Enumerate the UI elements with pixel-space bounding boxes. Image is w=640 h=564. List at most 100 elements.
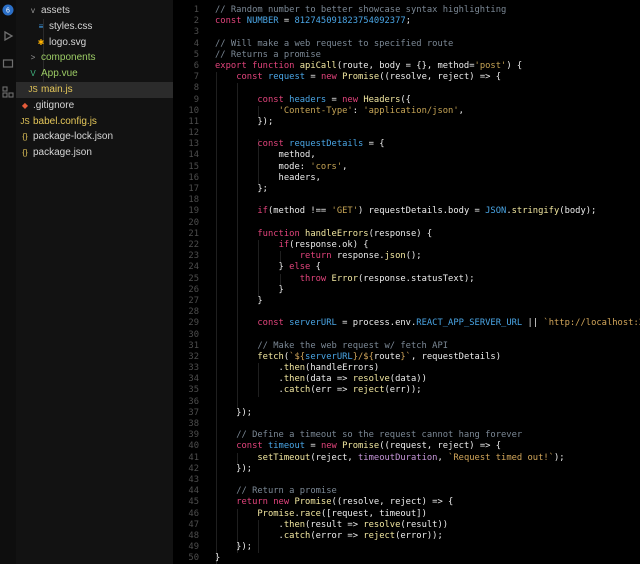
code-token: `${ xyxy=(289,351,306,362)
code-line: .catch(error => reject(error)); xyxy=(215,531,443,542)
code-token: ((resolve, reject) => { xyxy=(331,497,454,508)
code-line: // Random number to better showcase synt… xyxy=(215,5,506,16)
explorer-item-main-js[interactable]: JS main.js xyxy=(16,82,173,98)
code-token: 'Content-Type' xyxy=(278,105,353,116)
json-file-icon: {} xyxy=(22,132,28,142)
code-token: export function xyxy=(215,60,300,71)
line-number-gutter: 1 2 3 4 5 6 7 8 9 10 11 12 13 14 15 16 17 18 19 20 21 22 23 24 2… xyxy=(173,0,203,564)
code-line: headers, xyxy=(215,173,321,184)
code-token: (error => xyxy=(310,530,364,541)
code-token: requestDetails xyxy=(289,139,364,150)
line-number: 3 xyxy=(193,27,199,38)
explorer-item-label: package-lock.json xyxy=(33,131,114,143)
line-number: 2 xyxy=(193,16,199,27)
code-line: } else { xyxy=(215,262,321,273)
line-number: 42 xyxy=(188,463,199,474)
code-token: , xyxy=(458,105,464,116)
css-file-icon: ≡ xyxy=(38,21,44,31)
line-number: 44 xyxy=(188,486,199,497)
code-token: const xyxy=(257,94,290,105)
explorer-item-label: logo.svg xyxy=(49,36,87,48)
code-line: mode: 'cors', xyxy=(215,161,348,173)
code-token: headers, xyxy=(215,172,321,183)
code-token: . xyxy=(215,519,284,530)
code-token: Promise xyxy=(257,508,295,519)
code-line: 'Content-Type': 'application/json', xyxy=(215,106,464,117)
activity-bar: 6 xyxy=(0,0,16,564)
code-line: } xyxy=(215,553,220,564)
code-token: return xyxy=(299,251,337,262)
line-number: 39 xyxy=(188,430,199,441)
code-token: const xyxy=(257,318,290,329)
code-token: ) { xyxy=(506,60,523,71)
explorer-item-gitignore[interactable]: ◆ .gitignore xyxy=(16,98,173,114)
code-token: ({ xyxy=(400,94,411,105)
code-token: // Random number to better showcase synt… xyxy=(215,5,507,15)
source-control-icon[interactable]: 6 xyxy=(0,2,16,18)
code-line: }); xyxy=(215,542,252,553)
code-token: , requestDetails) xyxy=(410,351,502,362)
explorer-item-package-lock-json[interactable]: {} package-lock.json xyxy=(16,129,173,145)
svg-file-icon: ✱ xyxy=(37,37,45,47)
code-line: const headers = new Headers({ xyxy=(215,95,411,106)
code-line: function handleErrors(response) { xyxy=(215,229,432,240)
code-token: (response.statusText); xyxy=(358,273,475,284)
code-token: }); xyxy=(215,407,253,418)
code-token: { xyxy=(310,262,321,273)
code-token: } xyxy=(215,262,290,273)
code-token: new xyxy=(342,94,364,105)
code-token: serverURL xyxy=(305,351,353,362)
code-line: .then(result => resolve(result)) xyxy=(215,519,449,531)
line-number: 41 xyxy=(188,452,199,463)
code-token: (route, body = {}, method= xyxy=(336,60,475,71)
code-token: // Define a timeout so the request canno… xyxy=(236,430,523,441)
line-number: 29 xyxy=(188,318,199,329)
code-line: }); xyxy=(215,117,273,128)
code-token: (err)); xyxy=(384,385,422,396)
run-debug-icon[interactable] xyxy=(0,28,16,44)
code-line: return new Promise((resolve, reject) => … xyxy=(215,497,453,508)
explorer-item-label: App.vue xyxy=(41,68,78,80)
line-number: 37 xyxy=(188,407,199,418)
line-number: 5 xyxy=(193,49,199,60)
line-number: 48 xyxy=(188,530,199,541)
code-line: }); xyxy=(215,464,252,475)
code-token: `http://localhost:3000` xyxy=(543,318,640,329)
line-number: 50 xyxy=(188,553,199,564)
extensions-icon[interactable] xyxy=(0,84,16,100)
line-number: 17 xyxy=(188,184,199,195)
js-file-icon: JS xyxy=(28,85,38,94)
explorer-item-assets[interactable]: v assets xyxy=(16,3,173,19)
code-token: NUMBER xyxy=(246,16,279,27)
code-token: reject xyxy=(363,530,396,541)
explorer-item-babel-config-js[interactable]: JS babel.config.js xyxy=(16,114,173,130)
code-area[interactable]: // Random number to better showcase synt… xyxy=(215,0,640,564)
code-token: mode: xyxy=(215,161,311,172)
code-line: Promise.race([request, timeout]) xyxy=(215,509,427,520)
code-token: . xyxy=(215,363,284,374)
code-token: 'post' xyxy=(474,60,507,71)
code-editor[interactable]: 1 2 3 4 5 6 7 8 9 10 11 12 13 14 15 16 17 18 19 20 21 22 23 24 2… xyxy=(173,0,640,564)
code-token: = { xyxy=(363,139,385,150)
remote-icon[interactable] xyxy=(0,56,16,72)
line-number: 25 xyxy=(188,273,199,284)
line-number: 22 xyxy=(188,239,199,250)
code-token: Error xyxy=(331,273,359,284)
explorer-item-app-vue[interactable]: V App.vue xyxy=(16,66,173,82)
code-token: }); xyxy=(215,542,253,553)
code-line: } xyxy=(215,296,262,307)
explorer-item-components[interactable]: > components xyxy=(16,50,173,66)
code-token: // Returns a promise xyxy=(215,49,321,60)
explorer-item-package-json[interactable]: {} package.json xyxy=(16,145,173,161)
line-number: 23 xyxy=(188,251,199,262)
line-number: 1 xyxy=(193,5,199,15)
line-number: 49 xyxy=(188,542,199,553)
explorer-item-styles-css[interactable]: ≡ styles.css xyxy=(16,19,173,35)
code-token: reject xyxy=(352,385,385,396)
explorer-item-logo-svg[interactable]: ✱ logo.svg xyxy=(16,35,173,51)
code-token: = xyxy=(305,441,321,452)
